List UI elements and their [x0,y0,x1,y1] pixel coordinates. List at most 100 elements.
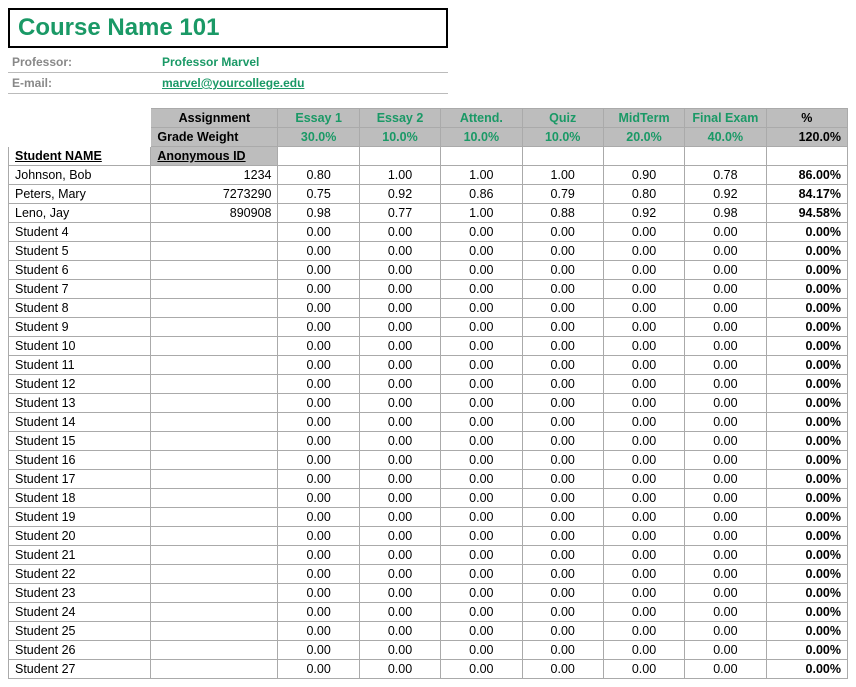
score-cell[interactable]: 0.00 [603,223,684,242]
student-name-cell[interactable]: Student 27 [9,660,151,679]
score-cell[interactable]: 0.00 [441,375,522,394]
score-cell[interactable]: 0.00 [278,375,359,394]
score-cell[interactable]: 0.00 [278,641,359,660]
score-cell[interactable]: 0.00 [603,508,684,527]
student-name-cell[interactable]: Student 25 [9,622,151,641]
score-cell[interactable]: 0.00 [441,394,522,413]
score-cell[interactable]: 0.00 [359,622,440,641]
score-cell[interactable]: 0.00 [685,451,766,470]
student-name-cell[interactable]: Student 20 [9,527,151,546]
score-cell[interactable]: 0.00 [441,470,522,489]
student-name-cell[interactable]: Student 8 [9,299,151,318]
student-name-cell[interactable]: Student 18 [9,489,151,508]
score-cell[interactable]: 0.00 [603,660,684,679]
score-cell[interactable]: 0.00 [603,641,684,660]
score-cell[interactable]: 0.00 [278,337,359,356]
student-name-cell[interactable]: Student 19 [9,508,151,527]
score-cell[interactable]: 0.00 [278,242,359,261]
anon-id-cell[interactable] [151,299,278,318]
score-cell[interactable]: 0.00 [441,337,522,356]
student-name-cell[interactable]: Student 17 [9,470,151,489]
score-cell[interactable]: 0.00 [603,603,684,622]
score-cell[interactable]: 0.00 [359,527,440,546]
score-cell[interactable]: 0.00 [522,451,603,470]
anon-id-cell[interactable] [151,584,278,603]
score-cell[interactable]: 0.00 [603,356,684,375]
score-cell[interactable]: 0.00 [522,603,603,622]
score-cell[interactable]: 0.00 [522,470,603,489]
score-cell[interactable]: 0.00 [603,432,684,451]
score-cell[interactable]: 0.00 [522,337,603,356]
anon-id-cell[interactable] [151,318,278,337]
score-cell[interactable]: 0.00 [359,546,440,565]
score-cell[interactable]: 0.00 [359,660,440,679]
score-cell[interactable]: 0.00 [359,470,440,489]
score-cell[interactable]: 0.88 [522,204,603,223]
score-cell[interactable]: 0.00 [278,489,359,508]
score-cell[interactable]: 0.00 [603,318,684,337]
score-cell[interactable]: 0.00 [522,318,603,337]
score-cell[interactable]: 0.92 [603,204,684,223]
score-cell[interactable]: 0.00 [685,223,766,242]
score-cell[interactable]: 0.00 [685,299,766,318]
score-cell[interactable]: 0.00 [522,641,603,660]
student-name-cell[interactable]: Student 14 [9,413,151,432]
score-cell[interactable]: 0.00 [441,489,522,508]
anon-id-cell[interactable] [151,356,278,375]
anon-id-cell[interactable] [151,546,278,565]
score-cell[interactable]: 0.00 [359,451,440,470]
score-cell[interactable]: 0.00 [441,565,522,584]
score-cell[interactable]: 0.00 [359,318,440,337]
score-cell[interactable]: 0.00 [278,622,359,641]
score-cell[interactable]: 0.00 [441,641,522,660]
score-cell[interactable]: 0.00 [441,413,522,432]
student-name-cell[interactable]: Student 12 [9,375,151,394]
score-cell[interactable]: 0.00 [522,508,603,527]
score-cell[interactable]: 0.00 [278,318,359,337]
score-cell[interactable]: 0.00 [685,337,766,356]
score-cell[interactable]: 0.00 [603,394,684,413]
score-cell[interactable]: 0.00 [685,242,766,261]
score-cell[interactable]: 0.00 [359,337,440,356]
score-cell[interactable]: 0.00 [603,261,684,280]
score-cell[interactable]: 0.00 [278,470,359,489]
score-cell[interactable]: 0.00 [441,451,522,470]
score-cell[interactable]: 0.00 [359,375,440,394]
score-cell[interactable]: 0.00 [685,603,766,622]
score-cell[interactable]: 0.00 [685,356,766,375]
student-name-cell[interactable]: Student 10 [9,337,151,356]
score-cell[interactable]: 0.77 [359,204,440,223]
student-name-cell[interactable]: Student 15 [9,432,151,451]
score-cell[interactable]: 0.00 [359,280,440,299]
score-cell[interactable]: 0.00 [603,299,684,318]
score-cell[interactable]: 0.00 [359,299,440,318]
score-cell[interactable]: 0.00 [359,489,440,508]
score-cell[interactable]: 0.00 [603,489,684,508]
student-name-cell[interactable]: Johnson, Bob [9,166,151,185]
course-title-cell[interactable]: Course Name 101 [8,8,448,48]
score-cell[interactable]: 0.00 [522,375,603,394]
score-cell[interactable]: 0.00 [685,527,766,546]
student-name-cell[interactable]: Student 23 [9,584,151,603]
score-cell[interactable]: 0.92 [685,185,766,204]
score-cell[interactable]: 0.00 [522,546,603,565]
score-cell[interactable]: 0.00 [359,242,440,261]
score-cell[interactable]: 0.00 [441,660,522,679]
student-name-cell[interactable]: Student 24 [9,603,151,622]
score-cell[interactable]: 0.00 [522,584,603,603]
student-name-cell[interactable]: Student 5 [9,242,151,261]
score-cell[interactable]: 0.00 [359,394,440,413]
anon-id-cell[interactable]: 890908 [151,204,278,223]
score-cell[interactable]: 0.00 [278,261,359,280]
score-cell[interactable]: 0.00 [685,375,766,394]
score-cell[interactable]: 0.00 [685,565,766,584]
student-name-cell[interactable]: Student 22 [9,565,151,584]
score-cell[interactable]: 0.00 [603,470,684,489]
score-cell[interactable]: 0.00 [603,280,684,299]
score-cell[interactable]: 0.92 [359,185,440,204]
email-link[interactable]: marvel@yourcollege.edu [162,76,304,90]
student-name-cell[interactable]: Student 13 [9,394,151,413]
score-cell[interactable]: 0.00 [278,565,359,584]
score-cell[interactable]: 0.00 [603,451,684,470]
score-cell[interactable]: 0.00 [359,603,440,622]
